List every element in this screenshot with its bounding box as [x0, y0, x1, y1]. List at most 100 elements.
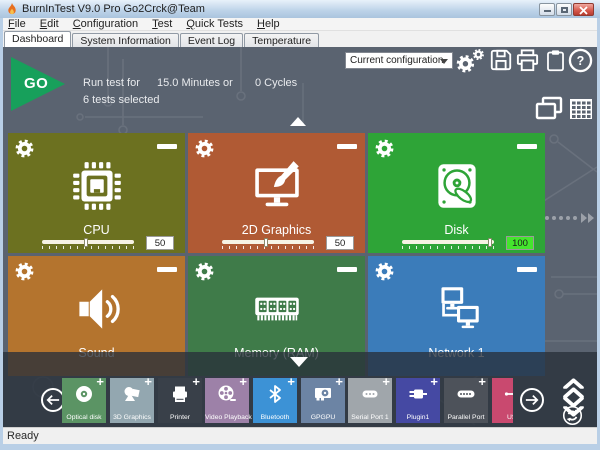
tab-temperature[interactable]: Temperature [244, 33, 319, 47]
gear-icon[interactable] [14, 138, 35, 159]
menu-quick-tests[interactable]: Quick Tests [186, 18, 243, 30]
dock-item-label: USB [492, 414, 513, 421]
tab-dashboard[interactable]: Dashboard [4, 31, 71, 47]
printer-icon [170, 384, 190, 404]
test-dock: + Optical disk + 3D Graphics [3, 352, 597, 427]
help-icon[interactable]: ? [568, 48, 593, 73]
dock-item-label: Bluetooth [253, 414, 297, 421]
gpu-card-icon [313, 384, 333, 404]
tab-strip: Dashboard System Information Event Log T… [1, 31, 599, 47]
go-button[interactable]: GO [11, 57, 69, 111]
grid-view-icon[interactable] [568, 95, 594, 123]
dock-item-gpgpu[interactable]: + GPGPU [301, 378, 345, 423]
go-label: GO [24, 75, 48, 92]
cycles-text: 0 Cycles [255, 77, 297, 89]
minimize-button[interactable] [539, 3, 555, 16]
gear-icon[interactable] [14, 261, 35, 282]
add-test-button[interactable]: + [144, 374, 152, 389]
tile-label: 2D Graphics [188, 223, 365, 237]
disable-dash-icon[interactable] [157, 144, 177, 149]
cpu-load-slider[interactable] [42, 240, 134, 250]
parallel-port-icon [456, 384, 476, 404]
gear-icon[interactable] [194, 261, 215, 282]
run-test-for-text: Run test for [83, 77, 140, 89]
dock-item-video-playback[interactable]: + Video Playback [205, 378, 249, 423]
2d-graphics-load-slider[interactable] [222, 240, 314, 250]
dock-item-label: Parallel Port [444, 414, 488, 421]
auto-scroll-cycle-icon[interactable] [562, 405, 583, 426]
settings-gears-icon[interactable] [455, 48, 487, 74]
tab-system-information[interactable]: System Information [72, 33, 178, 47]
disk-load-value[interactable]: 100 [506, 236, 534, 250]
dock-item-printer[interactable]: + Printer [158, 378, 202, 423]
window-title: BurnInTest V9.0 Pro Go2Crck@Team [22, 3, 205, 15]
tile-2d-graphics[interactable]: 2D Graphics 50 [188, 133, 365, 253]
menu-edit[interactable]: Edit [40, 18, 59, 30]
plug-icon [408, 384, 428, 404]
print-icon[interactable] [515, 48, 540, 73]
dock-item-bluetooth[interactable]: + Bluetooth [253, 378, 297, 423]
dock-scroll-right-button[interactable] [520, 388, 544, 412]
film-reel-icon [217, 384, 237, 404]
disable-dash-icon[interactable] [157, 267, 177, 272]
menu-help[interactable]: Help [257, 18, 280, 30]
dock-item-3d-graphics[interactable]: + 3D Graphics [110, 378, 154, 423]
menu-file[interactable]: File [8, 18, 26, 30]
network-monitors-icon [428, 280, 486, 338]
bluetooth-icon [265, 384, 285, 404]
disable-dash-icon[interactable] [517, 144, 537, 149]
duration-text: 15.0 Minutes or [157, 77, 233, 89]
gear-icon[interactable] [374, 138, 395, 159]
save-icon[interactable] [489, 48, 513, 72]
close-button[interactable] [573, 3, 594, 16]
maximize-button[interactable] [556, 3, 572, 16]
dock-tile-strip: + Optical disk + 3D Graphics [3, 352, 513, 427]
dock-item-optical-disk[interactable]: + Optical disk [62, 378, 106, 423]
configuration-dropdown-value: Current configuration [350, 55, 443, 66]
clipboard-icon[interactable] [544, 48, 567, 73]
3d-graphics-icon [122, 384, 142, 404]
chevron-down-icon [440, 59, 448, 64]
disable-dash-icon[interactable] [517, 267, 537, 272]
gear-icon[interactable] [194, 138, 215, 159]
dock-item-plugin1[interactable]: + Plugin1 [396, 378, 440, 423]
dock-item-label: Optical disk [62, 414, 106, 421]
dock-item-parallel-port[interactable]: + Parallel Port [444, 378, 488, 423]
2d-graphics-load-value[interactable]: 50 [326, 236, 354, 250]
disable-dash-icon[interactable] [337, 267, 357, 272]
add-test-button[interactable]: + [430, 374, 438, 389]
add-test-button[interactable]: + [335, 374, 343, 389]
windows-view-icon[interactable] [534, 95, 564, 123]
status-bar: Ready [1, 427, 599, 444]
menu-test[interactable]: Test [152, 18, 172, 30]
speaker-icon [68, 280, 126, 338]
cpu-load-value[interactable]: 50 [146, 236, 174, 250]
tile-label: CPU [8, 223, 185, 237]
hard-disk-icon [428, 157, 486, 215]
add-test-button[interactable]: + [478, 374, 486, 389]
tile-disk[interactable]: Disk 100 [368, 133, 545, 253]
tab-event-log[interactable]: Event Log [180, 33, 243, 47]
configuration-dropdown[interactable]: Current configuration [345, 52, 453, 69]
dock-item-usb[interactable]: + USB [492, 378, 513, 423]
disable-dash-icon[interactable] [337, 144, 357, 149]
status-text: Ready [7, 430, 39, 442]
svg-text:?: ? [577, 54, 585, 68]
tile-label: Disk [368, 223, 545, 237]
window-frame-left [0, 18, 3, 444]
add-test-button[interactable]: + [96, 374, 104, 389]
arrow-right-icon [525, 394, 539, 406]
monitor-paintbrush-icon [248, 157, 306, 215]
menu-configuration[interactable]: Configuration [73, 18, 138, 30]
scroll-up-arrow[interactable] [290, 117, 306, 126]
gear-icon[interactable] [374, 261, 395, 282]
dock-item-label: Video Playback [205, 414, 249, 421]
dock-item-label: Serial Port 1 [348, 414, 392, 421]
add-test-button[interactable]: + [239, 374, 247, 389]
add-test-button[interactable]: + [382, 374, 390, 389]
tile-cpu[interactable]: CPU 50 [8, 133, 185, 253]
dock-item-serial-port-1[interactable]: + Serial Port 1 [348, 378, 392, 423]
add-test-button[interactable]: + [287, 374, 295, 389]
disk-load-slider[interactable] [402, 240, 494, 250]
add-test-button[interactable]: + [192, 374, 200, 389]
